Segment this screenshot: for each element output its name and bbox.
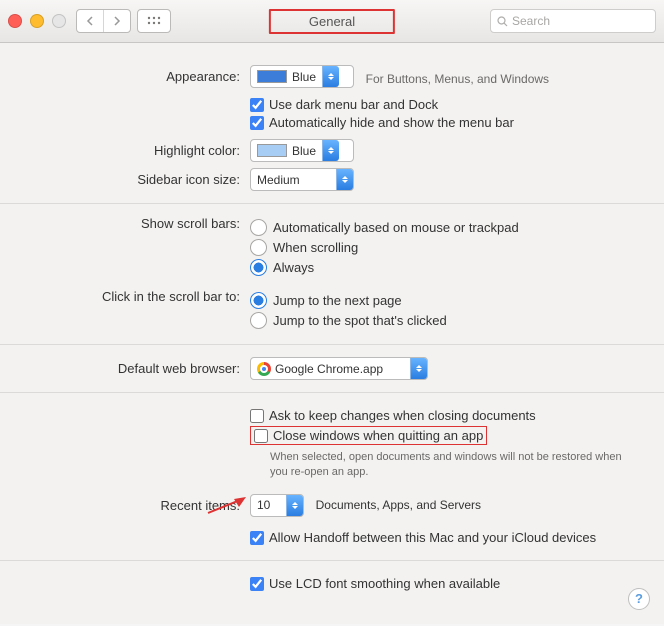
appearance-select[interactable]: Blue [250,65,354,88]
help-button[interactable]: ? [628,588,650,610]
chrome-icon [257,362,271,376]
search-field[interactable]: Search [490,9,656,33]
clickscroll-radiogroup: Jump to the next page Jump to the spot t… [250,289,664,332]
clickscroll-label: Click in the scroll bar to: [0,289,250,304]
show-all-button[interactable] [137,9,171,33]
close-windows-checkbox[interactable]: Close windows when quitting an app [254,428,483,443]
recent-select[interactable]: 10 [250,494,304,517]
highlight-label: Highlight color: [0,143,250,158]
sidebar-size-select[interactable]: Medium [250,168,354,191]
browser-label: Default web browser: [0,361,250,376]
dark-menubar-checkbox[interactable]: Use dark menu bar and Dock [250,97,664,112]
browser-select[interactable]: Google Chrome.app [250,357,428,380]
window-title: General [269,14,395,29]
scrollbars-always-radio[interactable]: Always [250,259,664,276]
ask-keep-changes-checkbox[interactable]: Ask to keep changes when closing documen… [250,408,664,423]
scrollbars-auto-radio[interactable]: Automatically based on mouse or trackpad [250,219,664,236]
scrollbars-label: Show scroll bars: [0,216,250,231]
lcd-smoothing-checkbox[interactable]: Use LCD font smoothing when available [250,576,664,591]
auto-hide-menubar-checkbox[interactable]: Automatically hide and show the menu bar [250,115,664,130]
preferences-body: Appearance: Blue For Buttons, Menus, and… [0,43,664,624]
search-icon [497,16,508,27]
window-toolbar: General Search [0,0,664,43]
title-highlight: General [269,9,395,34]
clickscroll-nextpage-radio[interactable]: Jump to the next page [250,292,664,309]
handoff-checkbox[interactable]: Allow Handoff between this Mac and your … [250,530,664,545]
scrollbars-scrolling-radio[interactable]: When scrolling [250,239,664,256]
nav-back-forward[interactable] [76,9,131,33]
close-window-button[interactable] [8,14,22,28]
close-windows-hint: When selected, open documents and window… [270,450,630,480]
traffic-lights [8,14,66,28]
chevron-updown-icon [336,169,353,190]
minimize-window-button[interactable] [30,14,44,28]
chevron-updown-icon [322,66,339,87]
chevron-updown-icon [322,140,339,161]
close-windows-highlight: Close windows when quitting an app [250,426,487,445]
chevron-updown-icon [286,495,303,516]
annotation-arrow-icon [206,497,246,515]
appearance-note: For Buttons, Menus, and Windows [366,72,549,86]
zoom-window-button[interactable] [52,14,66,28]
clickscroll-spot-radio[interactable]: Jump to the spot that's clicked [250,312,664,329]
forward-button[interactable] [104,10,130,32]
chevron-updown-icon [410,358,427,379]
appearance-label: Appearance: [0,69,250,84]
recent-note: Documents, Apps, and Servers [316,498,481,512]
sidebar-size-label: Sidebar icon size: [0,172,250,187]
highlight-select[interactable]: Blue [250,139,354,162]
scrollbars-radiogroup: Automatically based on mouse or trackpad… [250,216,664,279]
back-button[interactable] [77,10,104,32]
